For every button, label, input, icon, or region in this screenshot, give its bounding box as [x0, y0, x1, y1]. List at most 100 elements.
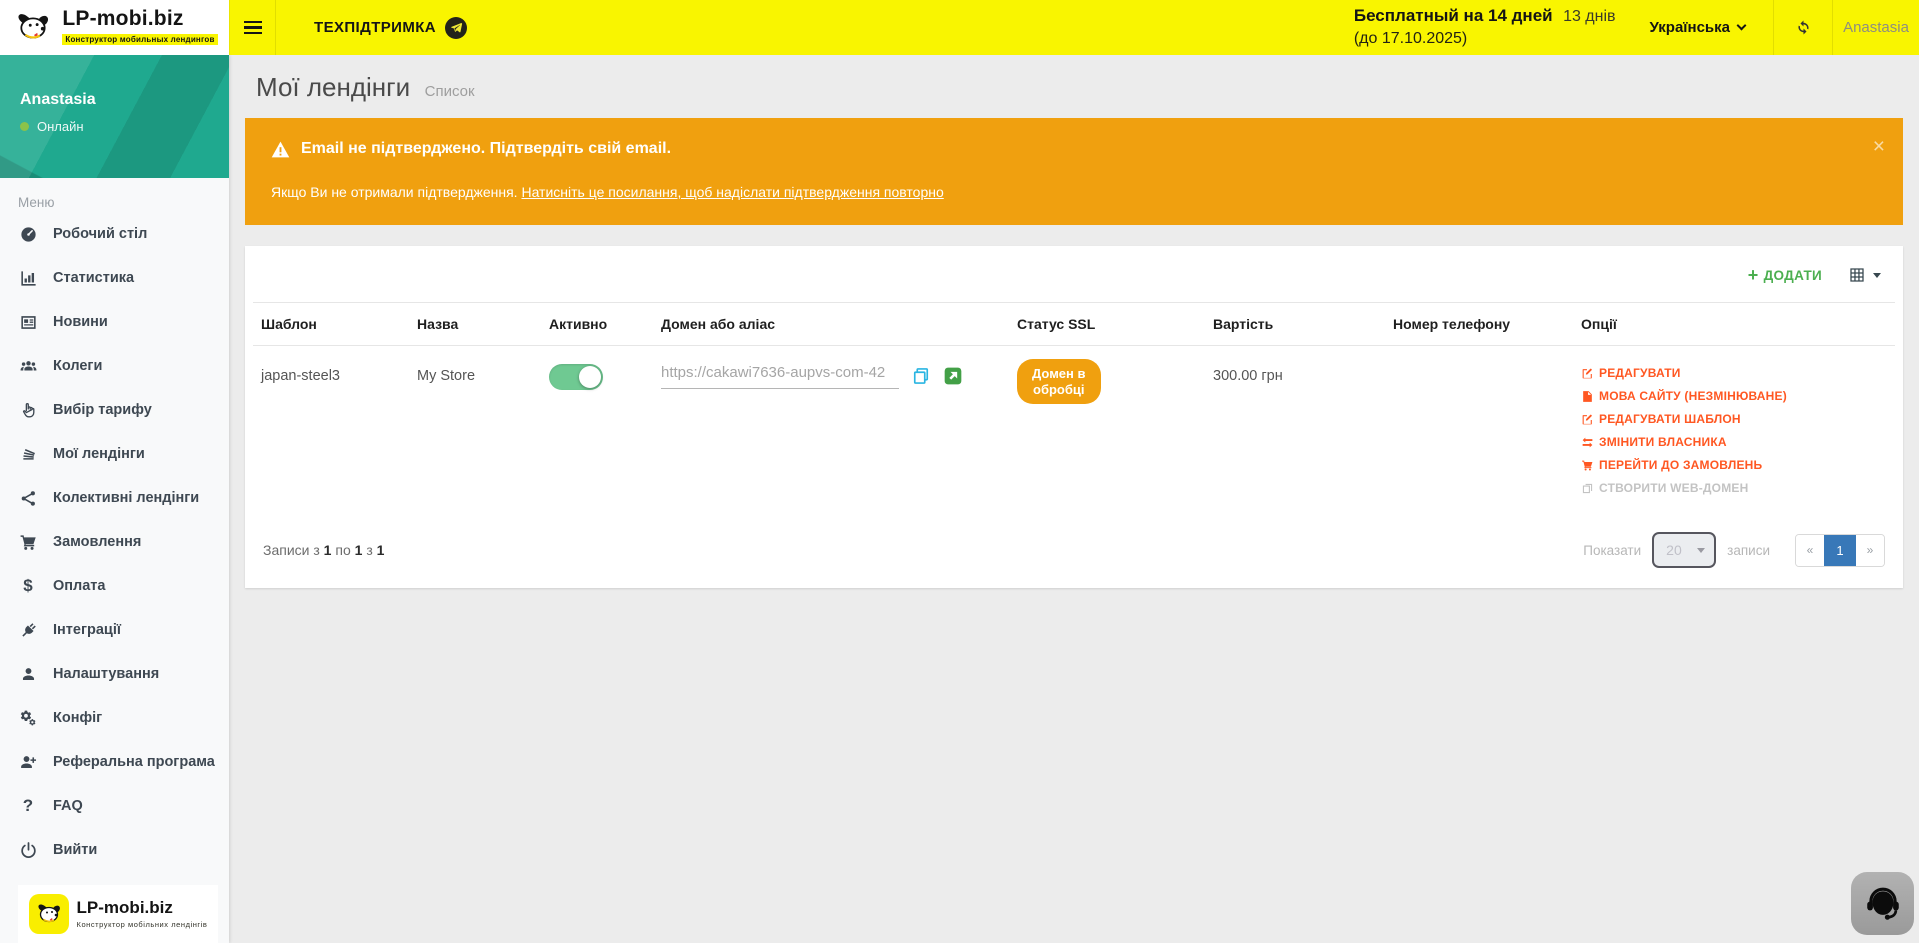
open-domain-icon[interactable] — [943, 366, 963, 386]
pagination-page-1-button[interactable]: 1 — [1824, 535, 1856, 566]
user-plus-icon — [18, 752, 38, 772]
refresh-icon — [1794, 18, 1813, 37]
logo-subtitle: Конструктор мобильных лендингов — [62, 34, 217, 45]
support-chat-widget[interactable] — [1851, 872, 1914, 935]
page-size-select[interactable]: 20 — [1652, 532, 1716, 568]
sidebar-item-label: Замовлення — [53, 534, 141, 550]
cart-icon — [18, 532, 38, 552]
add-landing-button[interactable]: + ДОДАТИ — [1748, 266, 1822, 284]
telegram-icon — [445, 17, 467, 39]
menu-section-label: Меню — [18, 195, 229, 210]
sidebar-item-label: Робочий стіл — [53, 226, 147, 242]
page-title: Мої лендінги — [256, 72, 410, 102]
power-icon — [18, 840, 38, 860]
sidebar-item-my-landings[interactable]: Мої лендінги — [0, 432, 229, 476]
plug-icon — [18, 620, 38, 640]
sidebar-user-panel: Anastasia Онлайн — [0, 55, 229, 178]
question-icon: ? — [18, 796, 38, 816]
sidebar-item-label: Оплата — [53, 578, 105, 594]
sidebar-item-faq[interactable]: ? FAQ — [0, 784, 229, 828]
language-selector[interactable]: Українська — [1650, 19, 1745, 36]
online-status: Онлайн — [20, 119, 84, 134]
sidebar-item-tariff[interactable]: Вибір тарифу — [0, 388, 229, 432]
sidebar-item-colleagues[interactable]: Колеги — [0, 344, 229, 388]
cell-name: My Store — [409, 346, 541, 519]
sidebar-item-config[interactable]: Конфіг — [0, 696, 229, 740]
grid-icon — [1848, 266, 1866, 284]
domain-input[interactable] — [661, 362, 899, 389]
cell-price: 300.00 грн — [1205, 346, 1385, 519]
dollar-icon: $ — [18, 576, 38, 596]
menu-toggle-button[interactable] — [229, 0, 276, 55]
sidebar-item-label: Колективні лендінги — [53, 490, 199, 506]
sidebar-item-news[interactable]: Новини — [0, 300, 229, 344]
headset-icon — [1861, 882, 1905, 926]
dog-logo-icon — [11, 11, 55, 45]
support-label: ТЕХПІДТРИМКА — [314, 19, 436, 36]
edit-template-link[interactable]: РЕДАГУВАТИ ШАБЛОН — [1581, 412, 1887, 426]
caret-down-icon — [1873, 273, 1881, 278]
sidebar: Anastasia Онлайн Меню Робочий стіл Стати… — [0, 55, 229, 943]
pagination-prev-button[interactable]: « — [1796, 535, 1824, 566]
sidebar-item-integrations[interactable]: Інтеграції — [0, 608, 229, 652]
header-bar: ТЕХПІДТРИМКА Бесплатный на 14 дней 13 дн… — [229, 0, 1919, 55]
col-header-phone: Номер телефону — [1385, 303, 1573, 346]
trial-days-left: 13 днів — [1563, 8, 1615, 25]
edit-template-icon — [1581, 413, 1594, 426]
orders-cart-icon — [1581, 459, 1594, 472]
dashboard-icon — [18, 224, 38, 244]
sidebar-item-collective-landings[interactable]: Колективні лендінги — [0, 476, 229, 520]
footer-logo-subtitle: Конструктор мобільних лендінгів — [77, 920, 208, 929]
news-icon — [18, 312, 38, 332]
col-header-active: Активно — [541, 303, 653, 346]
columns-toggle-button[interactable] — [1848, 266, 1881, 284]
copy-domain-icon[interactable] — [911, 366, 931, 386]
alert-title: Email не підтверджено. Підтвердіть свій … — [301, 140, 671, 158]
table-row: japan-steel3 My Store До — [253, 346, 1895, 519]
pagination-next-button[interactable]: » — [1856, 535, 1884, 566]
edit-landing-link[interactable]: РЕДАГУВАТИ — [1581, 366, 1887, 380]
sidebar-item-referral[interactable]: Реферальна програма — [0, 740, 229, 784]
sidebar-item-label: Новини — [53, 314, 108, 330]
records-label: записи — [1727, 543, 1770, 558]
stack-icon — [18, 444, 38, 464]
close-icon[interactable]: × — [1873, 136, 1885, 157]
dog-logo-icon — [29, 894, 69, 934]
sidebar-item-logout[interactable]: Вийти — [0, 828, 229, 872]
sidebar-item-statistics[interactable]: Статистика — [0, 256, 229, 300]
user-icon — [18, 664, 38, 684]
sidebar-item-settings[interactable]: Налаштування — [0, 652, 229, 696]
pagination: « 1 » — [1795, 534, 1885, 567]
site-language-link[interactable]: МОВА САЙТУ (НЕЗМІНЮВАНЕ) — [1581, 389, 1887, 403]
sidebar-item-label: Інтеграції — [53, 622, 121, 638]
trial-until: (до 17.10.2025) — [1354, 28, 1616, 50]
refresh-button[interactable] — [1774, 0, 1832, 55]
app-logo[interactable]: LP-mobi.biz Конструктор мобильных лендин… — [0, 0, 229, 55]
language-label: Українська — [1650, 19, 1730, 36]
go-to-orders-link[interactable]: ПЕРЕЙТИ ДО ЗАМОВЛЕНЬ — [1581, 458, 1887, 472]
sidebar-item-desktop[interactable]: Робочий стіл — [0, 212, 229, 256]
resend-confirmation-link[interactable]: Натисніть це посилання, щоб надіслати пі… — [521, 184, 943, 200]
support-link[interactable]: ТЕХПІДТРИМКА — [314, 17, 467, 39]
ssl-status-badge: Домен в обробці — [1017, 359, 1101, 404]
landings-table: Шаблон Назва Активно Домен або аліас Ста… — [253, 302, 1895, 518]
edit-icon — [1581, 367, 1594, 380]
header-username[interactable]: Anastasia — [1833, 19, 1919, 36]
footer-logo-title: LP-mobi.biz — [77, 899, 208, 918]
cell-phone — [1385, 346, 1573, 519]
trial-plan: Бесплатный на 14 дней — [1354, 6, 1553, 25]
sidebar-item-label: Статистика — [53, 270, 134, 286]
gears-icon — [18, 708, 38, 728]
sidebar-item-payment[interactable]: $ Оплата — [0, 564, 229, 608]
active-toggle[interactable] — [549, 364, 603, 390]
sidebar-item-label: Конфіг — [53, 710, 102, 726]
sidebar-item-label: FAQ — [53, 798, 83, 814]
copy-icon — [1581, 482, 1594, 495]
sidebar-item-orders[interactable]: Замовлення — [0, 520, 229, 564]
col-header-name: Назва — [409, 303, 541, 346]
top-header: LP-mobi.biz Конструктор мобильных лендин… — [0, 0, 1919, 55]
col-header-price: Вартість — [1205, 303, 1385, 346]
exchange-icon — [1581, 436, 1594, 449]
main-content: Мої лендінги Список Email не підтверджен… — [229, 0, 1919, 588]
change-owner-link[interactable]: ЗМІНИТИ ВЛАСНИКА — [1581, 435, 1887, 449]
